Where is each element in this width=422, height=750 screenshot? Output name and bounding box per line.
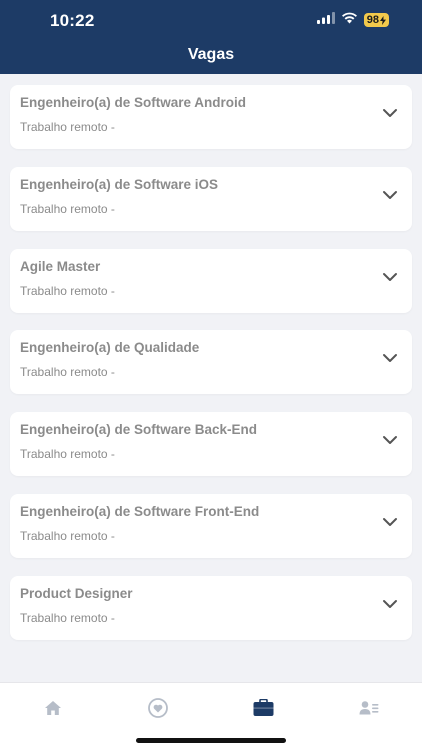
job-list: Engenheiro(a) de Software Android Trabal… — [10, 85, 412, 658]
chevron-down-icon[interactable] — [382, 107, 398, 119]
battery-charging-icon: 98 — [363, 13, 389, 27]
chevron-down-icon[interactable] — [382, 598, 398, 610]
job-location: Trabalho remoto - — [20, 365, 115, 380]
job-location: Trabalho remoto - — [20, 283, 115, 298]
cellular-signal-icon — [316, 11, 335, 29]
briefcase-icon — [253, 699, 273, 716]
job-location: Trabalho remoto - — [20, 610, 115, 625]
tab-profile[interactable] — [357, 697, 381, 719]
job-card[interactable]: Engenheiro(a) de Software iOS Trabalho r… — [10, 166, 412, 231]
status-icons: 98 — [316, 11, 389, 29]
job-card[interactable]: Product Designer Trabalho remoto - — [10, 575, 412, 640]
battery-level: 98 — [366, 14, 379, 26]
chevron-down-icon[interactable] — [382, 434, 398, 446]
chevron-down-icon[interactable] — [382, 189, 398, 201]
chevron-down-icon[interactable] — [382, 271, 398, 283]
tab-favorites[interactable] — [146, 697, 170, 719]
job-title: Engenheiro(a) de Software Front-End — [20, 503, 260, 519]
job-card[interactable]: Engenheiro(a) de Software Front-End Trab… — [10, 493, 412, 558]
heart-icon — [148, 698, 168, 718]
user-list-icon — [359, 701, 379, 715]
job-card[interactable]: Engenheiro(a) de Software Android Trabal… — [10, 85, 412, 149]
tab-jobs[interactable] — [251, 697, 275, 719]
job-card[interactable]: Engenheiro(a) de Software Back-End Traba… — [10, 412, 412, 477]
job-location: Trabalho remoto - — [20, 447, 115, 462]
job-title: Agile Master — [20, 258, 101, 274]
job-location: Trabalho remoto - — [20, 528, 115, 543]
wifi-icon — [341, 11, 358, 29]
job-title: Engenheiro(a) de Qualidade — [20, 340, 200, 356]
job-card[interactable]: Engenheiro(a) de Qualidade Trabalho remo… — [10, 330, 412, 395]
status-bar: 10:22 98 — [0, 0, 422, 40]
page-title: Vagas — [187, 46, 235, 63]
job-title: Engenheiro(a) de Software Android — [20, 95, 247, 110]
job-card[interactable]: Agile Master Trabalho remoto - — [10, 248, 412, 313]
job-title: Engenheiro(a) de Software Back-End — [20, 422, 258, 438]
tab-home[interactable] — [41, 697, 65, 719]
job-title: Engenheiro(a) de Software iOS — [20, 176, 219, 192]
chevron-down-icon[interactable] — [382, 516, 398, 528]
status-time: 10:22 — [50, 11, 95, 30]
app-header: 10:22 98 Vagas — [0, 0, 422, 74]
home-icon — [45, 701, 61, 715]
home-indicator — [136, 738, 286, 743]
chevron-down-icon[interactable] — [382, 352, 398, 364]
job-title: Product Designer — [20, 585, 133, 601]
job-location: Trabalho remoto - — [20, 201, 115, 216]
job-location: Trabalho remoto - — [20, 120, 115, 134]
